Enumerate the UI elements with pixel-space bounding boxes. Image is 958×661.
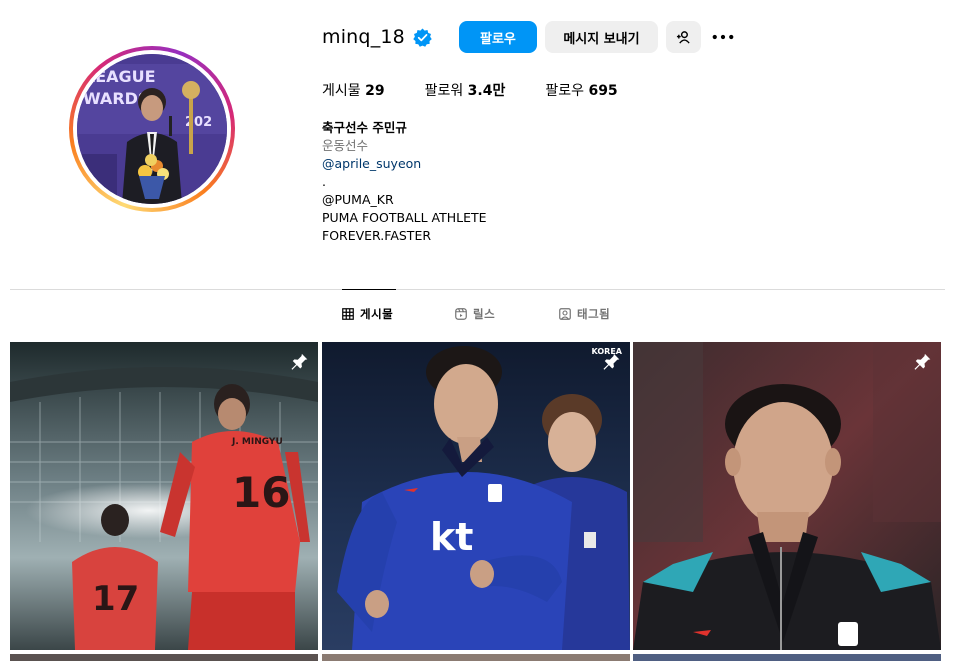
followers-label: 팔로워 bbox=[424, 83, 464, 99]
post-tile[interactable]: kt KOREA bbox=[322, 342, 630, 650]
category-label: 운동선수 bbox=[322, 138, 369, 153]
followers-stat[interactable]: 팔로워 3.4만 bbox=[425, 80, 506, 100]
avatar-gap: LEAGUE WARDS 202 bbox=[73, 50, 231, 208]
bio-line: @PUMA_KR bbox=[322, 192, 394, 207]
post-tile-peek[interactable] bbox=[633, 654, 941, 661]
jersey-number-16: 16 bbox=[232, 468, 290, 517]
tab-label: 릴스 bbox=[473, 307, 496, 321]
svg-text:J. MINGYU: J. MINGYU bbox=[231, 437, 283, 447]
avatar-photo: LEAGUE WARDS 202 bbox=[77, 54, 227, 204]
bio-line: . bbox=[322, 174, 326, 189]
posts-stat: 게시물 29 bbox=[322, 80, 385, 100]
tab-posts[interactable]: 게시물 bbox=[342, 306, 393, 322]
more-horizontal-icon bbox=[712, 34, 734, 40]
following-count: 695 bbox=[588, 83, 618, 99]
avatar[interactable]: LEAGUE WARDS 202 bbox=[77, 54, 227, 204]
verified-badge-icon bbox=[413, 27, 432, 47]
reels-icon bbox=[455, 308, 467, 320]
pinned-icon bbox=[603, 352, 620, 370]
following-stat[interactable]: 팔로우 695 bbox=[545, 80, 617, 100]
post-photo bbox=[633, 342, 941, 650]
profile-avatar-story-ring[interactable]: LEAGUE WARDS 202 bbox=[69, 46, 235, 212]
profile-tabs: 게시물 릴스 태그됨 bbox=[0, 306, 958, 326]
add-person-icon bbox=[676, 30, 690, 44]
follow-button[interactable]: 팔로우 bbox=[458, 21, 537, 53]
tabs-divider bbox=[10, 289, 945, 290]
tab-label: 태그됨 bbox=[577, 307, 611, 321]
tab-reels[interactable]: 릴스 bbox=[455, 306, 495, 322]
username: minq_18 bbox=[322, 26, 405, 48]
followers-count: 3.4만 bbox=[467, 83, 506, 99]
pinned-icon bbox=[291, 352, 308, 370]
tab-tagged[interactable]: 태그됨 bbox=[559, 306, 610, 322]
bio-line: PUMA FOOTBALL ATHLETE bbox=[322, 210, 487, 225]
post-tile[interactable]: 17 16 J. MINGYU bbox=[10, 342, 318, 650]
posts-count: 29 bbox=[365, 83, 385, 99]
following-label: 팔로우 bbox=[545, 83, 584, 99]
more-options-button[interactable] bbox=[707, 21, 739, 53]
tab-label: 게시물 bbox=[360, 307, 394, 321]
suggested-accounts-button[interactable] bbox=[665, 21, 701, 53]
post-tile[interactable] bbox=[633, 342, 941, 650]
post-tile-peek[interactable] bbox=[10, 654, 318, 661]
jersey-number-17: 17 bbox=[92, 579, 139, 619]
full-name: 축구선수 주민규 bbox=[322, 120, 407, 135]
profile-stats: 게시물 29 팔로워 3.4만 팔로우 695 bbox=[322, 80, 658, 100]
threads-link[interactable]: @aprile_suyeon bbox=[322, 155, 487, 173]
sponsor-logo-kt: kt bbox=[430, 515, 473, 559]
tagged-icon bbox=[559, 308, 571, 320]
profile-bio: 축구선수 주민규 운동선수 @aprile_suyeon . @PUMA_KR … bbox=[322, 119, 487, 245]
post-tile-peek[interactable] bbox=[322, 654, 630, 661]
message-button[interactable]: 메시지 보내기 bbox=[544, 21, 658, 53]
grid-icon bbox=[342, 308, 354, 320]
pinned-icon bbox=[914, 352, 931, 370]
post-photo: 17 16 J. MINGYU bbox=[10, 342, 318, 650]
posts-label: 게시물 bbox=[322, 83, 361, 99]
active-tab-indicator bbox=[342, 289, 396, 290]
bio-line: FOREVER.FASTER bbox=[322, 228, 432, 243]
profile-header: minq_18 팔로우 메시지 보내기 bbox=[322, 21, 739, 53]
post-photo: kt bbox=[322, 342, 630, 650]
svg-text:LEAGUE: LEAGUE bbox=[85, 67, 156, 86]
